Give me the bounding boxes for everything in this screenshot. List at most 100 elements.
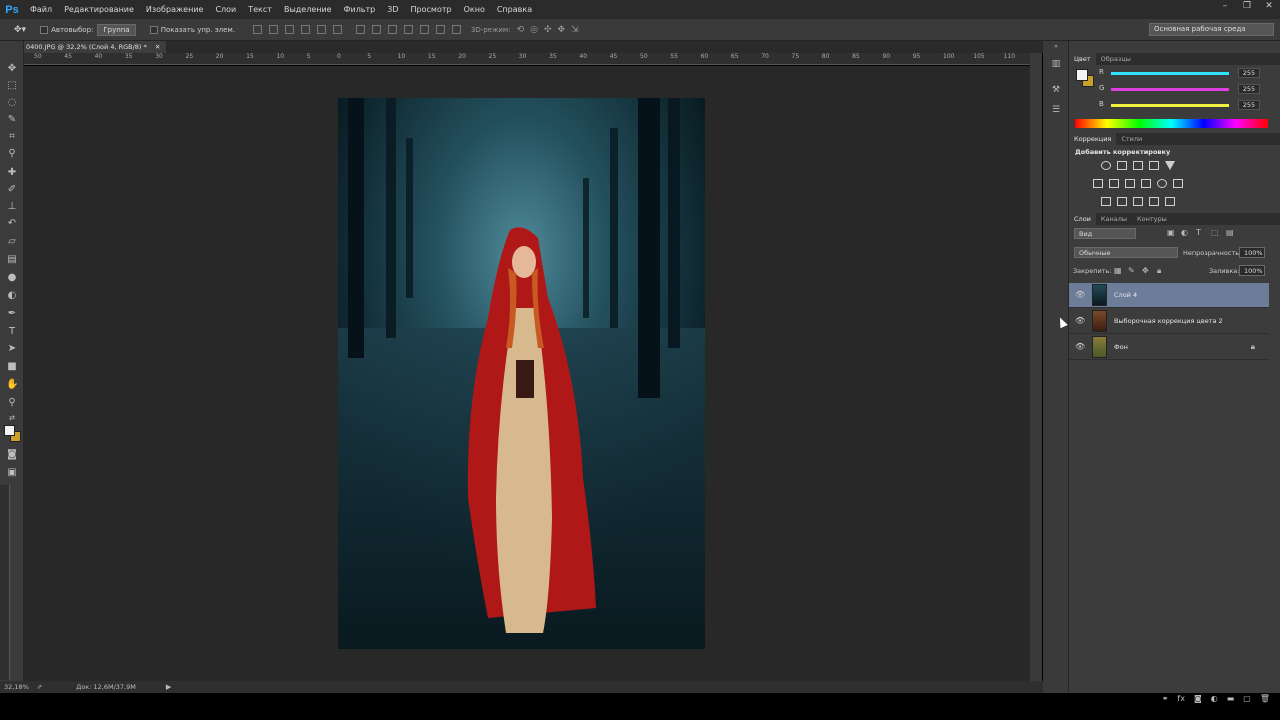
swap-colors-icon[interactable]: ⇄	[6, 412, 18, 424]
path-selection-tool-icon[interactable]: ➤	[6, 343, 18, 355]
zoom-level[interactable]: 32,18%	[4, 683, 29, 691]
red-value[interactable]: 255	[1238, 68, 1260, 78]
blue-slider[interactable]: B 255	[1099, 100, 1279, 112]
blue-track[interactable]	[1111, 104, 1229, 107]
tool-presets-icon[interactable]: ⚒	[1050, 85, 1062, 96]
autoselect-checkbox[interactable]: Автовыбор:	[40, 25, 93, 34]
tab-paths[interactable]: Контуры	[1132, 215, 1172, 223]
layer-row[interactable]: 👁︎ Слой 4	[1069, 283, 1269, 308]
document-image[interactable]	[338, 98, 705, 649]
red-slider[interactable]: R 255	[1099, 68, 1279, 80]
eye-icon[interactable]: 👁︎	[1075, 290, 1085, 299]
menu-help[interactable]: Справка	[491, 5, 538, 14]
zoom-tool-icon[interactable]: ⚲	[6, 397, 18, 409]
align-right-icon[interactable]	[332, 25, 342, 34]
distribute-bottom-icon[interactable]	[387, 25, 397, 34]
green-value[interactable]: 255	[1238, 84, 1260, 94]
marquee-tool-icon[interactable]: ⬚	[6, 80, 18, 92]
kind-filter-dropdown[interactable]: Вид	[1074, 228, 1136, 239]
eyedropper-tool-icon[interactable]: ⚲	[6, 148, 18, 160]
filter-pixel-icon[interactable]: ▣	[1167, 228, 1175, 237]
filter-shape-icon[interactable]: ⬚	[1211, 228, 1219, 237]
black-white-icon[interactable]	[1125, 179, 1135, 188]
document-tab[interactable]: 0400.JPG @ 32,2% (Слой 4, RGB/8) * ✕	[0, 41, 167, 53]
green-slider[interactable]: G 255	[1099, 84, 1279, 96]
minimize-icon[interactable]: –	[1214, 0, 1236, 13]
filter-type-icon[interactable]: T	[1196, 228, 1201, 237]
export-icon[interactable]: ⇗	[37, 683, 42, 691]
new-layer-icon[interactable]: ▢	[1243, 694, 1251, 703]
fill-input[interactable]: 100%	[1239, 265, 1265, 276]
photo-filter-icon[interactable]	[1141, 179, 1151, 188]
layer-name[interactable]: Слой 4	[1114, 291, 1137, 299]
lasso-tool-icon[interactable]: ◌	[6, 97, 18, 109]
align-top-icon[interactable]	[252, 25, 262, 34]
channel-mixer-icon[interactable]	[1157, 179, 1167, 188]
play-arrow-icon[interactable]: ▶	[166, 683, 171, 691]
curves-icon[interactable]	[1133, 161, 1143, 170]
close-tab-icon[interactable]: ✕	[155, 43, 160, 51]
blue-value[interactable]: 255	[1238, 100, 1260, 110]
menu-filter[interactable]: Фильтр	[338, 5, 382, 14]
lock-transparency-icon[interactable]: ▦	[1114, 266, 1122, 275]
eye-icon[interactable]: 👁︎	[1075, 316, 1085, 325]
vibrance-icon[interactable]	[1165, 161, 1175, 170]
tab-channels[interactable]: Каналы	[1096, 215, 1132, 223]
layer-name[interactable]: Фон	[1114, 343, 1128, 351]
new-adjustment-icon[interactable]: ◐	[1211, 694, 1218, 703]
rectangle-tool-icon[interactable]: ■	[6, 361, 18, 373]
screen-mode-icon[interactable]: ▣	[6, 467, 18, 479]
fx-icon[interactable]: fx	[1177, 694, 1185, 703]
3d-pan-icon[interactable]: ✣	[544, 25, 552, 35]
close-icon[interactable]: ✕	[1258, 0, 1280, 13]
menu-type[interactable]: Текст	[242, 5, 278, 14]
lock-position-icon[interactable]: ✥	[1142, 266, 1149, 275]
menu-window[interactable]: Окно	[458, 5, 491, 14]
3d-rotate-icon[interactable]: ⟲	[517, 25, 525, 35]
distribute-hcenter-icon[interactable]	[419, 25, 429, 34]
menu-file[interactable]: Файл	[24, 5, 58, 14]
eye-icon[interactable]: 👁︎	[1075, 342, 1085, 351]
align-left-icon[interactable]	[300, 25, 310, 34]
distribute-left-icon[interactable]	[403, 25, 413, 34]
type-tool-icon[interactable]: T	[6, 326, 18, 338]
auto-align-icon[interactable]	[451, 25, 461, 34]
add-mask-icon[interactable]: ◙	[1194, 694, 1202, 703]
menu-layers[interactable]: Слои	[209, 5, 242, 14]
red-track[interactable]	[1111, 72, 1229, 75]
clone-stamp-tool-icon[interactable]: ⊥	[6, 201, 18, 213]
menu-edit[interactable]: Редактирование	[58, 5, 140, 14]
new-group-icon[interactable]: ▬	[1227, 694, 1235, 703]
threshold-icon[interactable]	[1133, 197, 1143, 206]
invert-icon[interactable]	[1101, 197, 1111, 206]
link-layers-icon[interactable]: ⚭	[1162, 694, 1169, 703]
foreground-swatch[interactable]	[1076, 69, 1088, 81]
blend-mode-dropdown[interactable]: Обычные	[1074, 247, 1178, 258]
hand-tool-icon[interactable]: ✋	[6, 379, 18, 391]
gradient-tool-icon[interactable]: ▤	[6, 254, 18, 266]
workspace-dropdown[interactable]: Основная рабочая среда	[1149, 23, 1274, 36]
align-vcenter-icon[interactable]	[268, 25, 278, 34]
pen-tool-icon[interactable]: ✒	[6, 308, 18, 320]
3d-slide-icon[interactable]: ✥	[558, 25, 566, 35]
3d-roll-icon[interactable]: ◎	[530, 25, 538, 35]
quick-select-tool-icon[interactable]: ✎	[6, 114, 18, 126]
filter-smart-object-icon[interactable]: ▤	[1226, 228, 1234, 237]
opacity-input[interactable]: 100%	[1239, 247, 1265, 258]
layer-row[interactable]: 👁︎ Фон 🔒︎	[1069, 335, 1269, 360]
delete-layer-icon[interactable]: 🗑︎	[1260, 694, 1270, 703]
tab-color[interactable]: Цвет	[1069, 53, 1096, 65]
brush-tool-icon[interactable]: ✐	[6, 184, 18, 196]
move-tool-icon[interactable]: ✥▾	[14, 25, 26, 35]
crop-tool-icon[interactable]: ⌗	[6, 131, 18, 143]
posterize-icon[interactable]	[1117, 197, 1127, 206]
autoselect-dropdown[interactable]: Группа	[97, 23, 136, 36]
layer-row[interactable]: 👁︎ Выборочная коррекция цвета 2	[1069, 309, 1269, 334]
dodge-tool-icon[interactable]: ◐	[6, 290, 18, 302]
color-spectrum[interactable]	[1075, 119, 1268, 128]
distribute-top-icon[interactable]	[355, 25, 365, 34]
layer-name[interactable]: Выборочная коррекция цвета 2	[1114, 317, 1223, 325]
lock-all-icon[interactable]: 🔒︎	[1157, 266, 1161, 276]
menu-image[interactable]: Изображение	[140, 5, 210, 14]
properties-panel-icon[interactable]: ☰	[1050, 105, 1062, 116]
